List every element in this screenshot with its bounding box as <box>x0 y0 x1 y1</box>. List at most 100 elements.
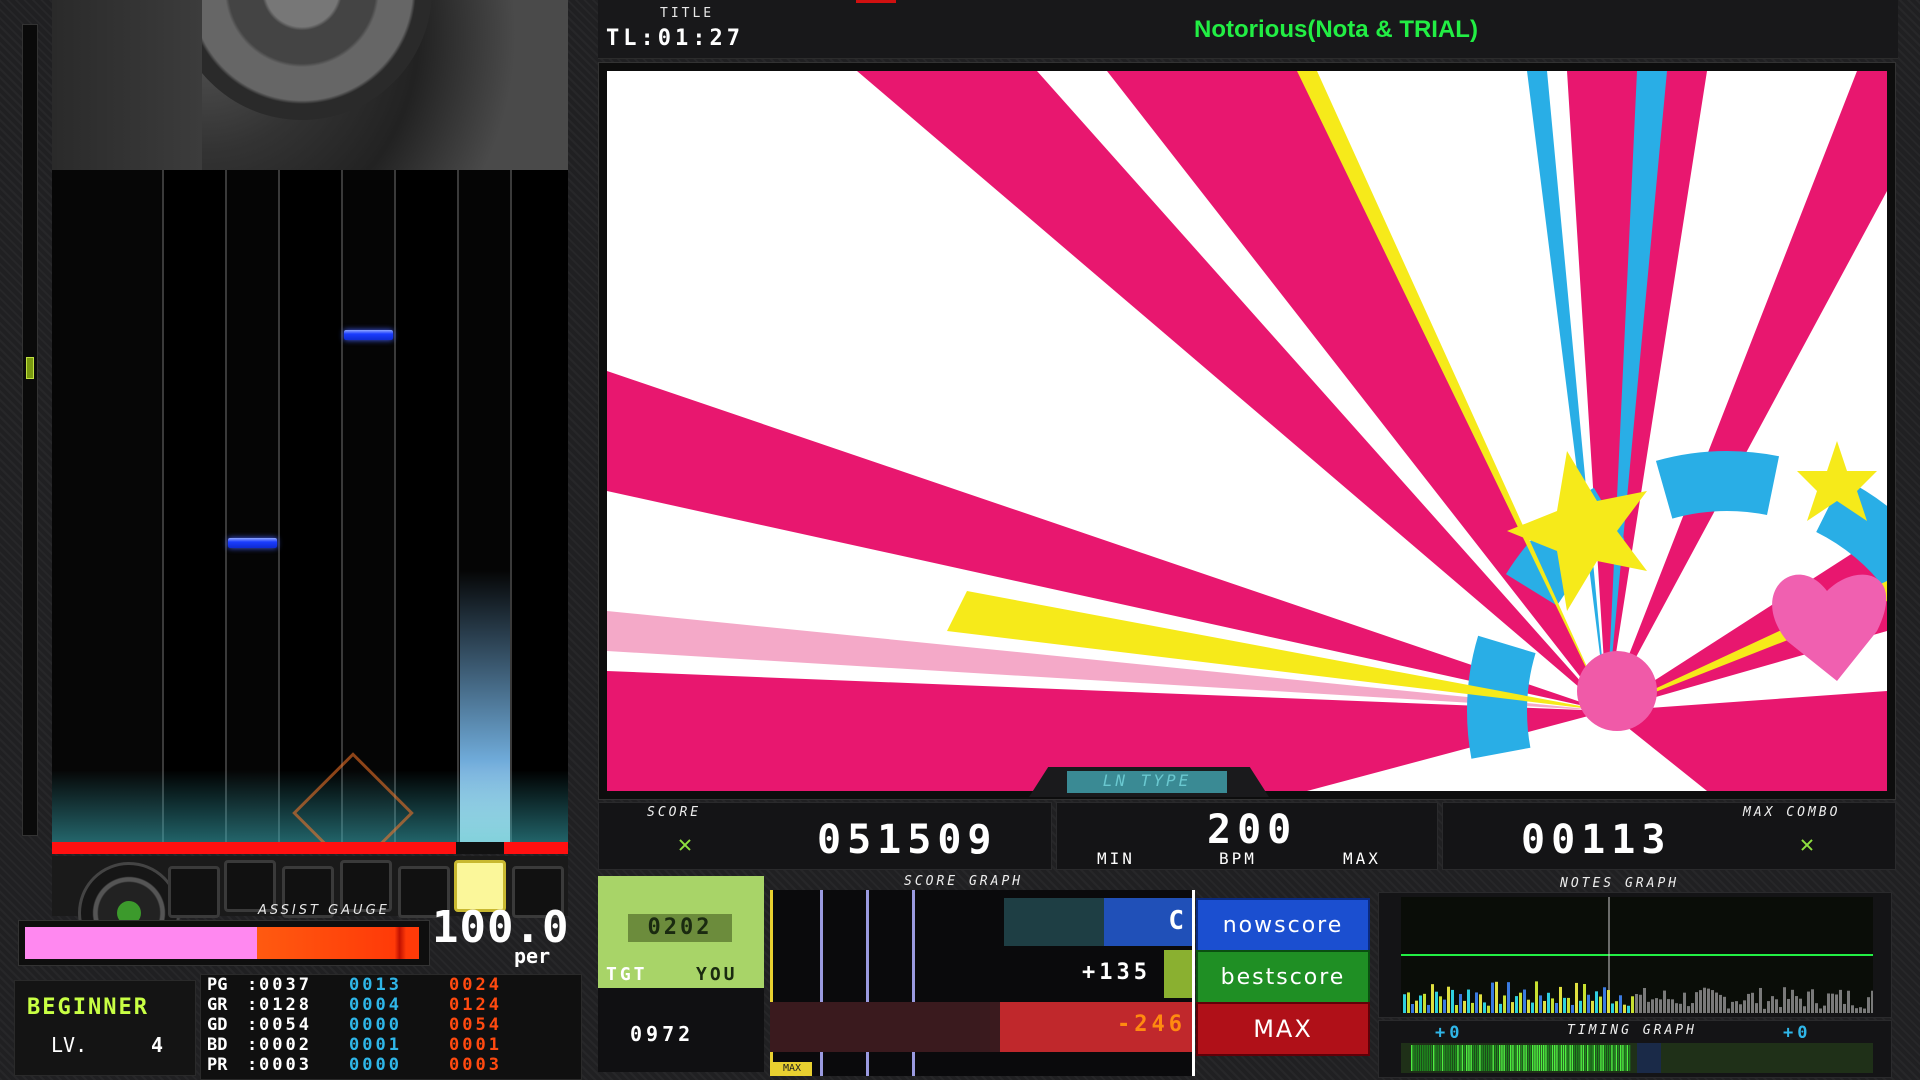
timing-graph-bar <box>1540 1045 1543 1071</box>
timing-graph-bar <box>1593 1045 1596 1071</box>
nowscore-label: nowscore <box>1196 898 1370 952</box>
score-label: SCORE <box>647 805 702 820</box>
notes-graph-bar <box>1499 1003 1502 1013</box>
notes-graph-bar <box>1447 986 1450 1013</box>
timing-graph-bar <box>1430 1045 1433 1071</box>
notes-graph-bar <box>1695 992 1698 1013</box>
timing-graph-bar <box>1554 1045 1556 1071</box>
timing-graph-bar <box>1521 1045 1523 1071</box>
timing-graph-panel: +0 TIMING GRAPH +0 <box>1378 1020 1892 1078</box>
notes-graph-bar <box>1763 1008 1766 1013</box>
best-bar <box>1164 950 1194 998</box>
timing-graph-bar <box>1525 1045 1527 1071</box>
notes-graph-bar <box>1715 992 1718 1013</box>
you-label: YOU <box>690 964 744 985</box>
notes-graph-bar <box>1475 992 1478 1013</box>
timing-graph-bar <box>1433 1045 1435 1071</box>
notes-graph-bar <box>1563 997 1566 1013</box>
timing-graph-bar <box>1444 1045 1446 1071</box>
judge-row: PG: 0037 0013 0024 <box>207 975 502 995</box>
timing-graph-bar <box>1571 1045 1574 1071</box>
level-value: 4 <box>151 1033 164 1057</box>
timing-graph-bar <box>1455 1045 1457 1071</box>
timing-graph-bar <box>1413 1045 1415 1071</box>
timing-graph-bar <box>1536 1045 1538 1071</box>
judge-name: PG <box>207 975 228 995</box>
timing-graph-bar <box>1452 1045 1455 1071</box>
header-red-tick <box>856 0 896 3</box>
notes-graph-bar <box>1799 998 1802 1013</box>
notes-graph-bar <box>1463 1000 1466 1013</box>
timing-graph-bar <box>1466 1045 1468 1071</box>
key-1[interactable] <box>168 866 220 918</box>
gauge-pink-segment <box>25 927 257 959</box>
notes-graph-bar <box>1783 987 1786 1013</box>
judge-row: GR: 0128 0004 0124 <box>207 995 502 1015</box>
timing-graph-bar <box>1532 1045 1534 1071</box>
score-value: 051509 <box>817 817 998 863</box>
notes-graph-bar <box>1719 994 1722 1013</box>
max-combo-panel: MAX COMBO 00113 ✕ <box>1442 802 1896 870</box>
notes-graph-bar <box>1643 987 1646 1013</box>
difficulty-name: BEGINNER <box>27 995 149 1020</box>
notes-graph-bar <box>1631 996 1634 1013</box>
notes-graph-bar <box>1555 1003 1558 1013</box>
judge-slow: 0054 <box>449 1015 502 1035</box>
notes-graph-bar <box>1855 1008 1858 1013</box>
timing-graph-bar <box>1461 1045 1464 1071</box>
timing-graph-bar <box>1450 1045 1453 1071</box>
notes-graph-label: NOTES GRAPH <box>1560 876 1680 891</box>
lane-7 <box>512 170 568 842</box>
timing-graph-bar <box>1628 1045 1631 1071</box>
now-rank-box: C <box>1104 898 1194 946</box>
timing-graph-bar <box>1477 1045 1479 1071</box>
timing-graph-bar <box>1558 1045 1560 1071</box>
bpm-panel: 200 MIN BPM MAX <box>1056 802 1438 870</box>
timing-center-marker <box>1637 1043 1661 1073</box>
ln-type-tab: LN TYPE <box>1029 767 1269 797</box>
timing-graph-bar <box>1415 1045 1417 1071</box>
bpm-label: BPM <box>1219 849 1257 868</box>
assist-gauge-unit: per <box>514 944 551 968</box>
notes-graph-bar <box>1471 1002 1474 1013</box>
notes-graph-bar <box>1439 996 1442 1013</box>
timing-graph-bar <box>1426 1045 1428 1071</box>
notes-graph-bar <box>1603 987 1606 1013</box>
timing-graph-bar <box>1582 1045 1585 1071</box>
notes-graph-bar <box>1559 986 1562 1013</box>
timing-graph-bar <box>1606 1045 1609 1071</box>
timing-graph-bar <box>1523 1045 1525 1071</box>
title-label: TITLE <box>660 6 715 21</box>
notes-graph-bar <box>1599 996 1602 1013</box>
timing-graph-bar <box>1602 1045 1604 1071</box>
timing-graph-bar <box>1545 1045 1547 1071</box>
tgt-label: TGT <box>606 964 648 985</box>
timing-graph-bar <box>1435 1045 1437 1071</box>
timing-graph-bar <box>1589 1045 1591 1071</box>
timing-graph-bar <box>1562 1045 1565 1071</box>
max-label: MAX <box>1196 1002 1370 1056</box>
timing-graph-bar <box>1624 1045 1626 1071</box>
notes-graph-bar <box>1635 994 1638 1013</box>
lane-1 <box>164 170 227 842</box>
notes-graph-bar <box>1671 999 1674 1013</box>
notes-graph-bar <box>1739 1004 1742 1013</box>
header-bar: TITLE TL:01:27 Notorious(Nota & TRIAL) <box>598 0 1898 59</box>
judge-slow: 0124 <box>449 995 502 1015</box>
timing-graph-bar <box>1441 1045 1444 1071</box>
notes-graph-bar <box>1455 1005 1458 1013</box>
timing-graph-bar <box>1527 1045 1530 1071</box>
timing-graph-bar <box>1584 1045 1587 1071</box>
timing-graph-bar <box>1424 1045 1426 1071</box>
notes-graph-bar <box>1491 982 1494 1013</box>
timing-graph-bar <box>1551 1045 1554 1071</box>
notes-graph-bar <box>1443 999 1446 1013</box>
notes-graph-bar <box>1611 1003 1614 1013</box>
timing-graph-bar <box>1569 1045 1571 1071</box>
timing-graph-bar <box>1617 1045 1620 1071</box>
timing-graph-bar <box>1604 1045 1607 1071</box>
notes-graph-bar <box>1703 987 1706 1013</box>
disc-shape <box>172 0 432 120</box>
timing-graph-bar <box>1503 1045 1505 1071</box>
timing-graph-bar <box>1626 1045 1629 1071</box>
